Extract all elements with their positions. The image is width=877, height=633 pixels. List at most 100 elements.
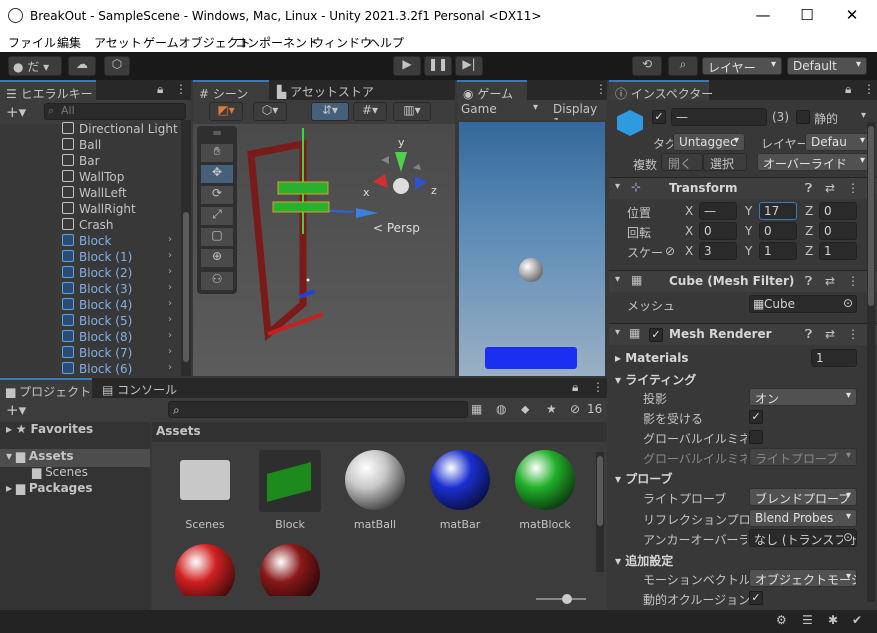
tab-project[interactable]: ▆ プロジェクト — [0, 378, 92, 399]
active-checkbox[interactable]: ✓ — [652, 110, 666, 124]
pause-button[interactable]: ❚❚ — [424, 56, 452, 76]
layer-dropdown[interactable]: Defau — [805, 133, 871, 151]
scene-options-button[interactable]: ▥▾ — [393, 102, 431, 121]
materials-count-field[interactable]: 1 — [811, 349, 857, 367]
collapse-arrow-icon[interactable]: ▾ — [615, 181, 620, 192]
object-name-field[interactable]: — — [671, 108, 767, 126]
check-icon[interactable]: ✔ — [852, 613, 862, 627]
hierarchy-item[interactable]: Directional Light — [0, 122, 180, 138]
orientation-gizmo[interactable] — [373, 152, 427, 194]
expand-chevron-icon[interactable]: › — [168, 282, 172, 293]
hierarchy-item[interactable]: Crash — [0, 218, 180, 234]
hierarchy-item[interactable]: Bar — [0, 154, 180, 170]
more-icon[interactable]: ⋮ — [863, 82, 875, 96]
zoom-slider[interactable] — [536, 594, 586, 604]
minimize-button[interactable]: — — [741, 0, 785, 32]
hierarchy-item[interactable]: Block (2) › — [0, 266, 180, 282]
tree-scenes[interactable]: ▆ Scenes — [32, 465, 88, 481]
position-z-field[interactable]: 0 — [819, 202, 857, 220]
hierarchy-item[interactable]: Block (8) › — [0, 330, 180, 346]
object-picker-icon[interactable]: ⊙ — [843, 296, 853, 310]
hierarchy-search-input[interactable]: ⌕ All — [44, 103, 186, 120]
hierarchy-item[interactable]: Block (1) › — [0, 250, 180, 266]
tree-favorites[interactable]: ▸ ★ Favorites — [6, 422, 93, 438]
asset-item[interactable]: Block — [255, 450, 325, 531]
rect-tool[interactable]: ▢ — [201, 228, 233, 246]
probes-foldout[interactable]: ▾ プローブ — [615, 470, 672, 487]
bug-icon[interactable]: ✱ — [828, 613, 838, 627]
scale-x-axis-label[interactable]: X — [685, 244, 693, 258]
ball-object[interactable] — [306, 278, 310, 282]
scroll-thumb[interactable] — [868, 126, 874, 306]
preset-icon[interactable]: ⇄ — [825, 274, 835, 288]
menu-file[interactable]: ファイル — [8, 34, 56, 51]
scale-y-axis-label[interactable]: Y — [745, 244, 752, 258]
contribute-gi-checkbox[interactable] — [749, 430, 763, 444]
hierarchy-item[interactable]: WallLeft — [0, 186, 180, 202]
help-icon[interactable]: ❓︎ — [805, 274, 812, 289]
hierarchy-item[interactable]: Ball — [0, 138, 180, 154]
asset-scrollbar[interactable] — [596, 452, 604, 572]
search-button[interactable]: ⌕ — [668, 56, 698, 76]
reflection-probes-dropdown[interactable]: Blend Probes — [749, 509, 857, 527]
object-picker-icon[interactable]: ⊙ — [842, 530, 853, 544]
tree-packages[interactable]: ▸ ▆ Packages — [6, 481, 93, 497]
component-menu-icon[interactable]: ⋮ — [847, 181, 859, 195]
hidden-eye-icon[interactable]: ⊘ — [570, 402, 580, 416]
anchor-override-field[interactable]: なし (トランスフォー ⊙ — [749, 529, 857, 547]
position-z-axis-label[interactable]: Z — [805, 204, 813, 218]
scale-x-field[interactable]: 3 — [699, 242, 737, 260]
position-x-axis-label[interactable]: X — [685, 204, 693, 218]
collab-button[interactable]: ⬡ — [104, 56, 130, 76]
preset-icon[interactable]: ⇄ — [825, 181, 835, 195]
mesh-field[interactable]: ▦ Cube ⊙ — [749, 295, 857, 313]
motion-vectors-dropdown[interactable]: オブジェクトモーショ — [749, 569, 857, 587]
receive-shadows-checkbox[interactable]: ✓ — [749, 410, 763, 424]
rotation-x-axis-label[interactable]: X — [685, 224, 693, 238]
rotation-y-axis-label[interactable]: Y — [745, 224, 752, 238]
tab-hierarchy[interactable]: ☰ ヒエラルキー — [0, 80, 96, 101]
tab-game[interactable]: ◉ ゲーム — [457, 80, 527, 101]
asset-item[interactable] — [255, 544, 325, 596]
component-menu-icon[interactable]: ⋮ — [847, 274, 859, 288]
create-plus-icon[interactable]: +▾ — [6, 103, 26, 121]
hierarchy-item[interactable]: Block › — [0, 234, 180, 250]
static-checkbox[interactable] — [796, 110, 810, 124]
filter-label-icon[interactable]: ⬥ — [521, 402, 529, 417]
display-dropdown[interactable]: Display 1 — [553, 102, 607, 120]
cast-shadows-dropdown[interactable]: オン — [749, 388, 857, 406]
tag-dropdown[interactable]: Untaggec — [673, 133, 745, 151]
create-plus-icon[interactable]: +▾ — [6, 401, 26, 419]
additional-foldout[interactable]: ▾ 追加設定 — [615, 552, 673, 569]
rotation-x-field[interactable]: 0 — [699, 222, 737, 240]
more-icon[interactable]: ⋮ — [592, 380, 604, 394]
hierarchy-item[interactable]: Block (5) › — [0, 314, 180, 330]
scale-z-field[interactable]: 1 — [819, 242, 857, 260]
z-arrow[interactable] — [356, 208, 378, 218]
move-tool[interactable]: ✥ — [201, 165, 233, 183]
hierarchy-item[interactable]: Block (7) › — [0, 346, 180, 362]
expand-chevron-icon[interactable]: › — [168, 250, 172, 261]
lock-icon[interactable]: 🔒︎ — [157, 82, 163, 97]
overrides-dropdown[interactable]: オーバーライド — [757, 153, 871, 171]
draw-mode-button[interactable]: ◩▾ — [209, 102, 243, 121]
breadcrumb-assets[interactable]: Assets — [156, 424, 201, 438]
account-dropdown[interactable]: ● だ ▾ — [8, 56, 62, 76]
more-icon[interactable]: ⋮ — [175, 82, 187, 96]
expand-chevron-icon[interactable]: › — [168, 362, 172, 373]
history-button[interactable]: ⟲ — [632, 56, 662, 76]
project-search-input[interactable]: ⌕ — [168, 401, 468, 418]
position-y-field[interactable]: 17 — [759, 202, 797, 220]
hierarchy-scrollbar[interactable] — [181, 120, 191, 376]
zoom-slider-thumb[interactable] — [562, 594, 572, 604]
persp-label[interactable]: < Persp — [373, 221, 420, 235]
meshfilter-header[interactable]: ▾ ▦ Cube (Mesh Filter) ❓︎ ⇄ ⋮ — [609, 270, 877, 292]
menu-assets[interactable]: アセット — [94, 34, 142, 51]
menu-edit[interactable]: 編集 — [57, 34, 81, 51]
transform-tool[interactable]: ⊕ — [201, 249, 233, 267]
rotate-tool[interactable]: ⟳ — [201, 186, 233, 204]
filter-type-icon[interactable]: ◍ — [496, 402, 506, 416]
help-icon[interactable]: ❓︎ — [805, 327, 812, 342]
open-button[interactable]: 開く — [661, 153, 703, 171]
hierarchy-item[interactable]: Block (3) › — [0, 282, 180, 298]
